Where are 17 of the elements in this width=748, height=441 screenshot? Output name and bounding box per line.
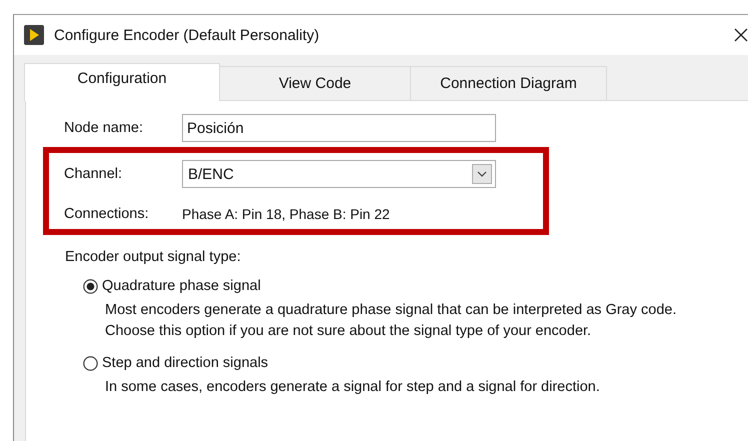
radio-button[interactable]: Step and direction signals xyxy=(83,355,748,371)
field-label: Connections: xyxy=(64,206,150,222)
tab[interactable]: Connection Diagram xyxy=(410,66,607,100)
field-label: Node name: xyxy=(64,120,144,136)
radio-button[interactable]: Quadrature phase signal xyxy=(83,278,748,294)
option-description: In some cases, encoders generate a signal for step and a signal for direction. xyxy=(104,378,601,397)
app-icon xyxy=(24,25,44,45)
field-label: Channel: xyxy=(64,166,124,182)
channel-dropdown[interactable]: B/ENC xyxy=(182,160,496,188)
node-name-field[interactable]: Posición xyxy=(182,114,496,142)
section-label: Encoder output signal type: xyxy=(64,249,242,265)
close-icon[interactable] xyxy=(734,28,748,42)
tab[interactable]: Configuration xyxy=(24,63,220,101)
connections-value: Phase A: Pin 18, Phase B: Pin 22 xyxy=(182,206,390,222)
option-description: Most encoders generate a quadrature phase signal that can be interpreted as Gray code. Choose this option if you are not sure about the signal type of your encoder. xyxy=(104,301,678,341)
dropdown-value: B/ENC xyxy=(188,166,234,182)
window-title: Configure Encoder (Default Personality) xyxy=(54,26,320,44)
